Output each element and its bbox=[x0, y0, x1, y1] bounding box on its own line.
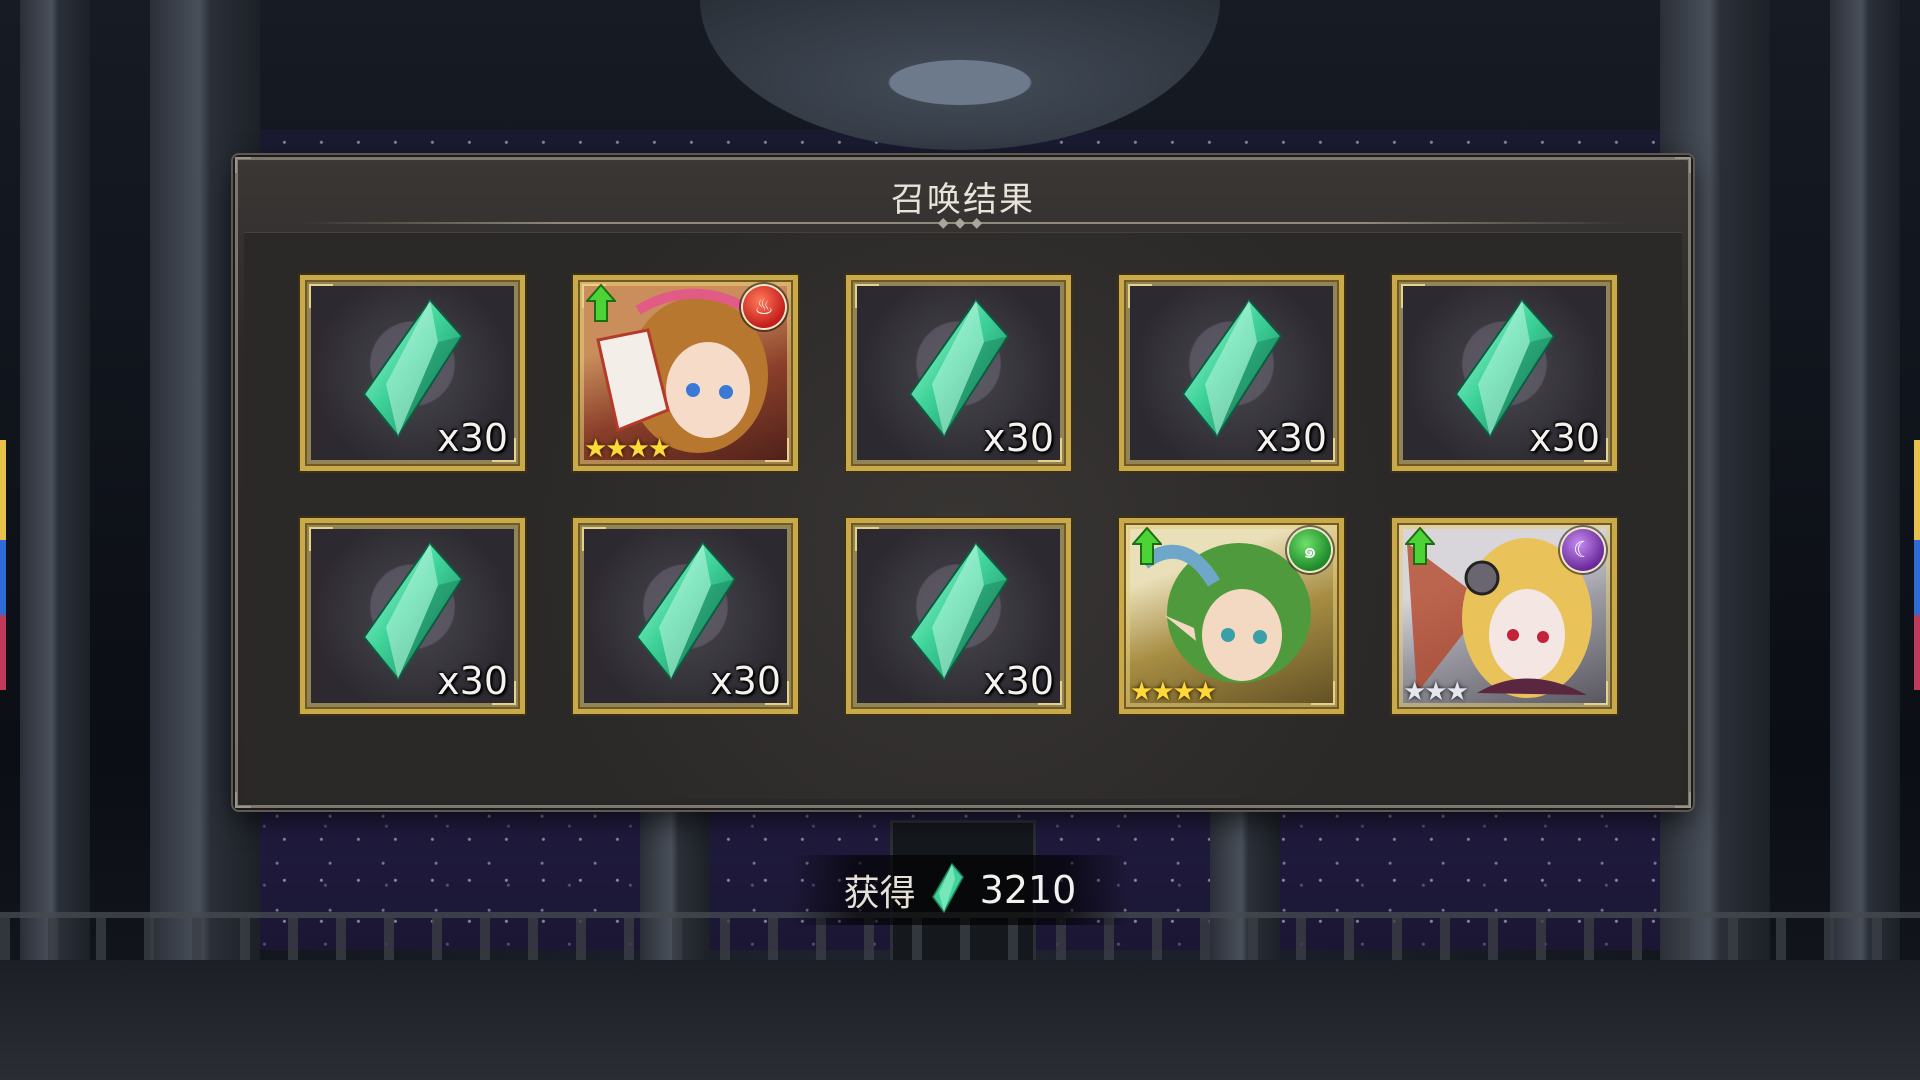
result-card-crystal[interactable]: x30 bbox=[846, 275, 1071, 471]
result-card-crystal[interactable]: x30 bbox=[846, 518, 1071, 714]
dark-moon-icon: ☾ bbox=[1562, 529, 1604, 571]
upgrade-arrow-icon bbox=[1403, 526, 1437, 569]
obtained-label: 获得 bbox=[843, 873, 916, 914]
summon-results-panel: 召唤结果 ◆◆◆ x30 ♨ ★★★★ x30 x30 x30 x30 x30 … bbox=[235, 157, 1691, 808]
corner-ornament bbox=[1675, 157, 1691, 173]
result-card-character[interactable]: ♨ ★★★★ bbox=[573, 275, 798, 471]
panel-title: 召唤结果 bbox=[891, 180, 1035, 220]
ceiling-dome bbox=[700, 0, 1220, 150]
item-quantity: x30 bbox=[983, 416, 1054, 460]
result-card-crystal[interactable]: x30 bbox=[1392, 275, 1617, 471]
item-quantity: x30 bbox=[710, 659, 781, 703]
item-quantity: x30 bbox=[1256, 416, 1327, 460]
rarity-stars: ★★★★ bbox=[584, 434, 671, 464]
results-grid: x30 ♨ ★★★★ x30 x30 x30 x30 x30 x30 ๑ ★★★… bbox=[300, 275, 1617, 714]
corner-ornament bbox=[235, 792, 251, 808]
item-quantity: x30 bbox=[437, 416, 508, 460]
corner-ornament bbox=[235, 157, 251, 173]
obtained-amount: 3210 bbox=[979, 868, 1077, 912]
rarity-stars: ★★★★ bbox=[1130, 677, 1217, 707]
corner-ornament bbox=[1675, 792, 1691, 808]
result-card-crystal[interactable]: x30 bbox=[573, 518, 798, 714]
upgrade-arrow-icon bbox=[584, 283, 618, 326]
item-quantity: x30 bbox=[437, 659, 508, 703]
ornament-icon: ◆◆◆ bbox=[937, 215, 989, 231]
item-quantity: x30 bbox=[983, 659, 1054, 703]
floor bbox=[0, 960, 1920, 1080]
left-edge-tab bbox=[0, 440, 6, 690]
right-edge-tab bbox=[1914, 440, 1920, 690]
result-card-character[interactable]: ☾ ★★★ bbox=[1392, 518, 1617, 714]
result-card-character[interactable]: ๑ ★★★★ bbox=[1119, 518, 1344, 714]
result-card-crystal[interactable]: x30 bbox=[300, 518, 525, 714]
result-card-crystal[interactable]: x30 bbox=[1119, 275, 1344, 471]
upgrade-arrow-icon bbox=[1130, 526, 1164, 569]
result-card-crystal[interactable]: x30 bbox=[300, 275, 525, 471]
crystal-icon bbox=[930, 862, 966, 917]
fire-icon: ♨ bbox=[743, 286, 785, 328]
rarity-stars: ★★★ bbox=[1403, 677, 1469, 707]
obtained-total-bar: 获得 3210 bbox=[790, 855, 1130, 925]
wind-icon: ๑ bbox=[1289, 529, 1331, 571]
item-quantity: x30 bbox=[1529, 416, 1600, 460]
